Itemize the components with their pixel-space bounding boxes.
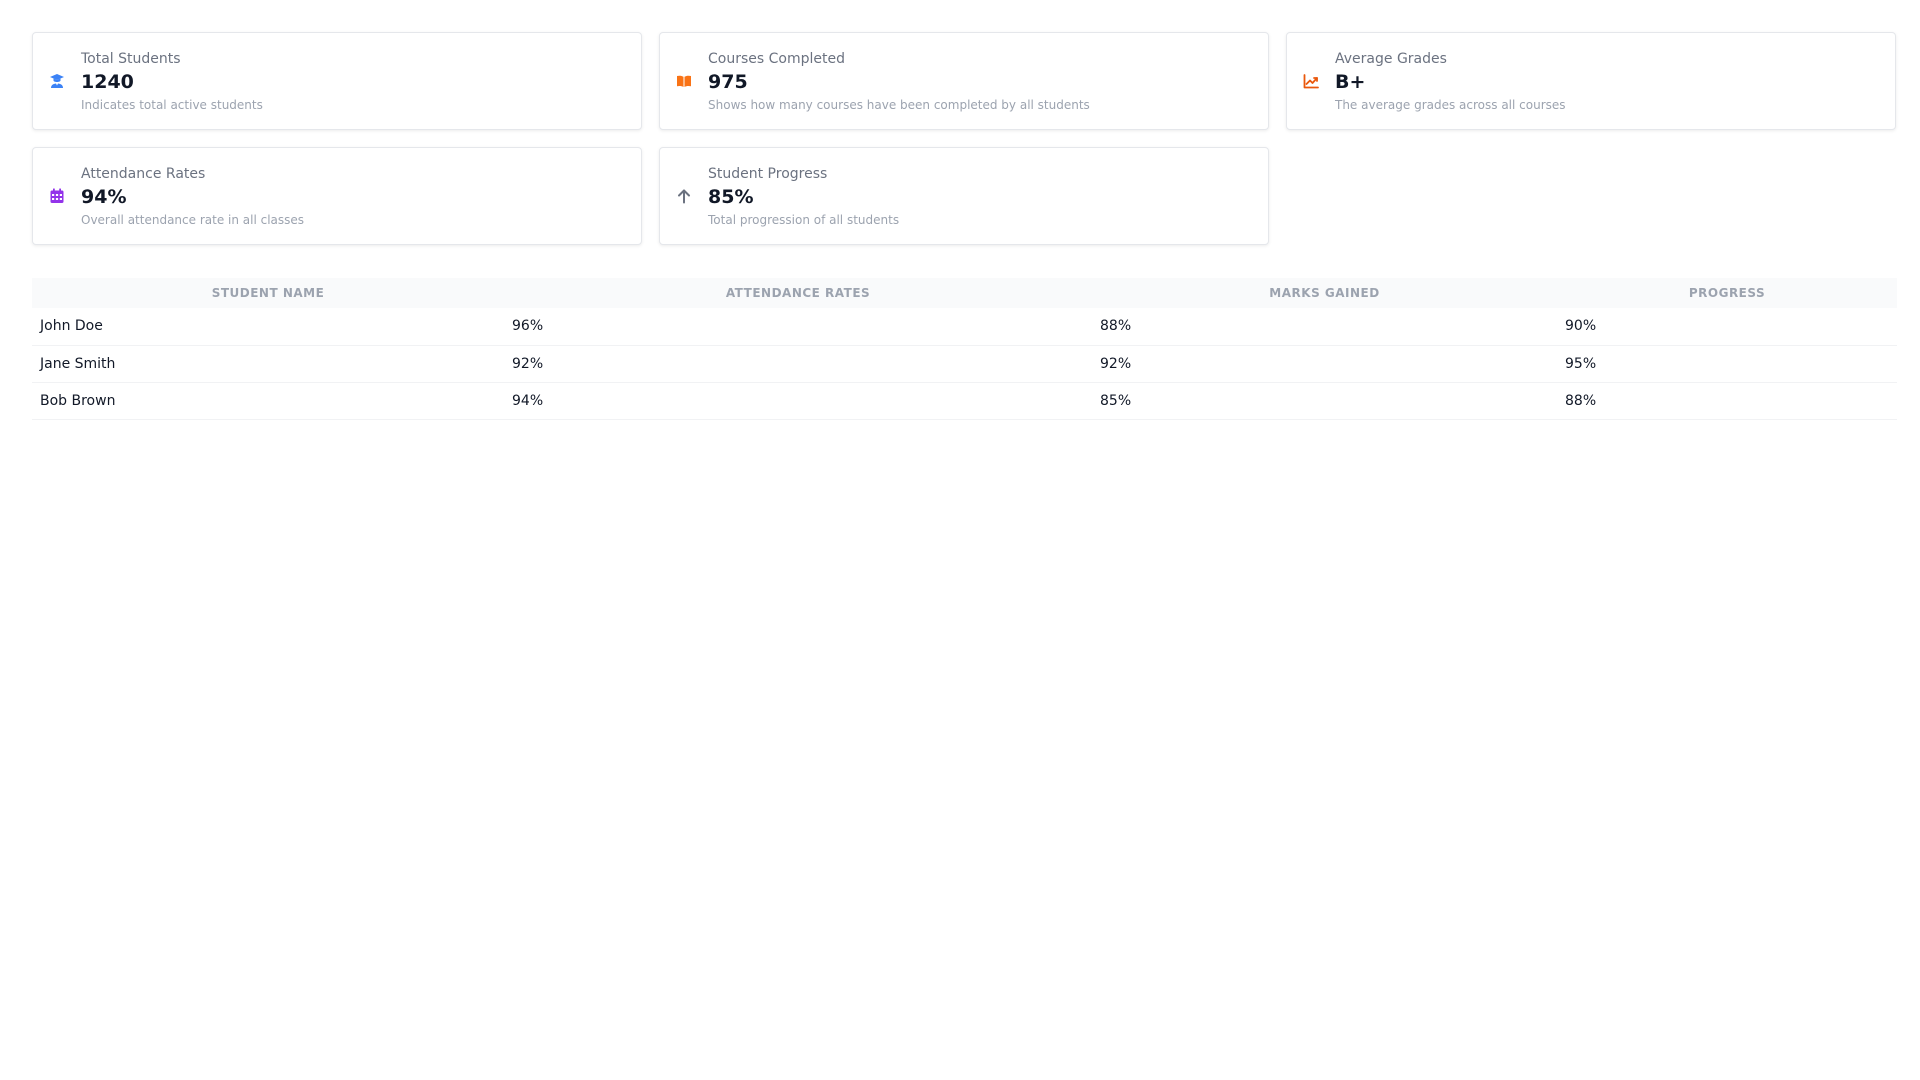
table-row: Jane Smith 92% 92% 95%	[32, 345, 1897, 383]
cell-marks: 85%	[1092, 382, 1557, 420]
cell-progress: 88%	[1557, 382, 1897, 420]
card-description: Total progression of all students	[708, 212, 900, 227]
graduate-icon	[49, 73, 65, 89]
stats-cards: Total Students 1240 Indicates total acti…	[32, 32, 1896, 245]
card-label: Courses Completed	[708, 50, 845, 67]
card-description: The average grades across all courses	[1335, 97, 1566, 112]
column-header-marks-gained: MARKS GAINED	[1269, 286, 1380, 300]
card-label: Attendance Rates	[81, 165, 206, 182]
calendar-icon	[49, 188, 65, 204]
cell-marks: 92%	[1092, 345, 1557, 383]
card-description: Overall attendance rate in all classes	[81, 212, 305, 227]
students-table: STUDENT NAME ATTENDANCE RATES MARKS GAIN…	[32, 278, 1897, 420]
card-student-progress: Student Progress 85% Total progression o…	[659, 147, 1269, 245]
card-courses-completed: Courses Completed 975 Shows how many cou…	[659, 32, 1269, 130]
card-description: Shows how many courses have been complet…	[708, 97, 1090, 112]
cell-attendance: 92%	[504, 345, 1092, 383]
card-attendance-rates: Attendance Rates 94% Overall attendance …	[32, 147, 642, 245]
card-label: Average Grades	[1335, 50, 1447, 67]
book-open-icon	[676, 73, 692, 89]
card-label: Total Students	[81, 50, 181, 67]
card-total-students: Total Students 1240 Indicates total acti…	[32, 32, 642, 130]
card-label: Student Progress	[708, 165, 828, 182]
column-header-attendance-rates: ATTENDANCE RATES	[725, 286, 871, 300]
card-average-grades: Average Grades B+ The average grades acr…	[1286, 32, 1896, 130]
chart-line-icon	[1303, 73, 1319, 89]
column-header-progress: PROGRESS	[1688, 286, 1766, 300]
arrow-up-icon	[676, 188, 692, 204]
cell-student-name: John Doe	[32, 308, 504, 346]
table-header-row: STUDENT NAME ATTENDANCE RATES MARKS GAIN…	[32, 278, 1897, 308]
card-value: 975	[708, 70, 748, 93]
card-value: 1240	[81, 70, 134, 93]
card-value: 94%	[81, 185, 127, 208]
card-value: B+	[1335, 70, 1366, 93]
column-header-student-name: STUDENT NAME	[211, 286, 325, 300]
cell-progress: 90%	[1557, 308, 1897, 346]
card-value: 85%	[708, 185, 754, 208]
cell-attendance: 94%	[504, 382, 1092, 420]
cell-student-name: Jane Smith	[32, 345, 504, 383]
card-description: Indicates total active students	[81, 97, 263, 112]
cell-attendance: 96%	[504, 308, 1092, 346]
cell-student-name: Bob Brown	[32, 382, 504, 420]
table-row: John Doe 96% 88% 90%	[32, 308, 1897, 346]
cell-marks: 88%	[1092, 308, 1557, 346]
table-row: Bob Brown 94% 85% 88%	[32, 382, 1897, 420]
cell-progress: 95%	[1557, 345, 1897, 383]
dashboard-page: Total Students 1240 Indicates total acti…	[0, 0, 1920, 1080]
students-table-container: STUDENT NAME ATTENDANCE RATES MARKS GAIN…	[32, 278, 1897, 420]
